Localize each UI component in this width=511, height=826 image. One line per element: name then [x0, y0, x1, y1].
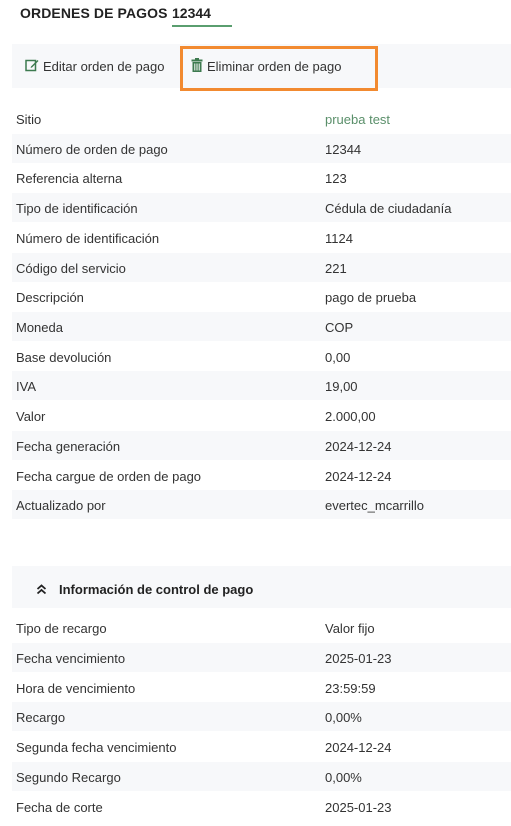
control-row-segunda-fecha: Segunda fecha vencimiento 2024-12-24: [16, 740, 392, 755]
edit-icon: [25, 58, 43, 75]
control-row-fecha-vencimiento: Fecha vencimiento 2025-01-23: [12, 643, 511, 672]
tab-order-number[interactable]: 12344: [172, 5, 211, 21]
detail-row-tipo-identificacion: Tipo de identificación Cédula de ciudada…: [12, 193, 511, 222]
detail-row-valor: Valor 2.000,00: [16, 409, 376, 424]
edit-order-label: Editar orden de pago: [43, 59, 165, 74]
control-row-fecha-corte: Fecha de corte 2025-01-23: [16, 800, 392, 815]
detail-row-fecha-generacion: Fecha generación 2024-12-24: [12, 431, 511, 460]
detail-row-numero-orden: Número de orden de pago 12344: [12, 134, 511, 163]
detail-row-actualizado-por: Actualizado por evertec_mcarrillo: [12, 490, 511, 519]
active-tab-underline: [172, 25, 232, 27]
edit-order-button[interactable]: Editar orden de pago: [25, 58, 164, 75]
page-title: ORDENES DE PAGOS: [20, 5, 168, 21]
control-section-header[interactable]: Información de control de pago: [12, 566, 511, 608]
control-row-hora-vencimiento: Hora de vencimiento 23:59:59: [16, 681, 376, 696]
delete-highlight-box: [180, 46, 378, 91]
control-row-recargo: Recargo 0,00%: [12, 702, 511, 731]
control-row-tipo-recargo: Tipo de recargo Valor fijo: [16, 621, 375, 636]
detail-row-moneda: Moneda COP: [12, 312, 511, 341]
detail-row-sitio: Sitio prueba test: [16, 112, 391, 127]
detail-row-descripcion: Descripción pago de prueba: [16, 290, 417, 305]
detail-row-referencia: Referencia alterna 123: [16, 171, 347, 186]
detail-row-base-devolucion: Base devolución 0,00: [16, 350, 351, 365]
detail-row-numero-identificacion: Número de identificación 1124: [16, 231, 353, 246]
detail-row-iva: IVA 19,00: [12, 371, 511, 400]
detail-row-fecha-cargue: Fecha cargue de orden de pago 2024-12-24: [16, 469, 392, 484]
chevron-up-icon[interactable]: [36, 582, 47, 600]
detail-row-codigo-servicio: Código del servicio 221: [12, 253, 511, 282]
control-row-segundo-recargo: Segundo Recargo 0,00%: [12, 762, 511, 791]
control-section-title: Información de control de pago: [59, 582, 254, 597]
page-header: ORDENES DE PAGOS 12344: [20, 0, 500, 30]
